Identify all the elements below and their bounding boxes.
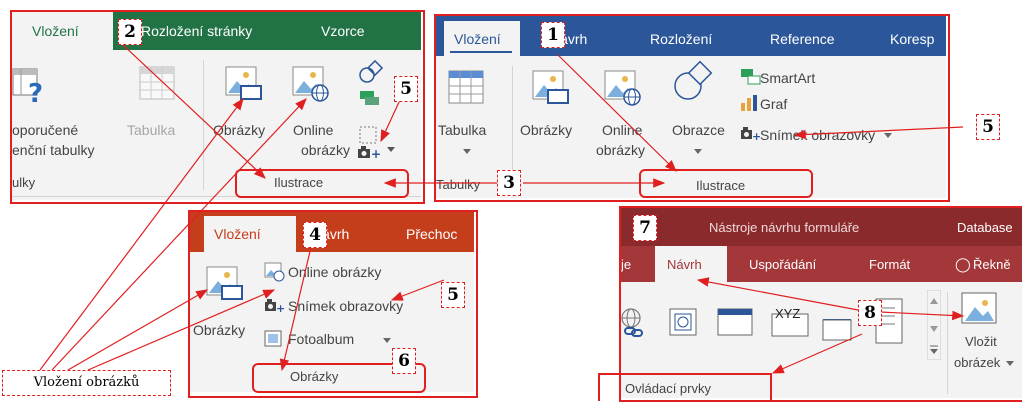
marker-7: 7 (633, 215, 657, 241)
marker-3: 3 (497, 170, 521, 196)
marker-1: 1 (541, 22, 565, 48)
marker-5-word: 5 (976, 114, 1000, 140)
marker-8: 8 (858, 300, 882, 326)
marker-4: 4 (303, 222, 327, 248)
marker-6: 6 (392, 348, 416, 374)
insert-pictures-callout: Vložení obrázků (2, 370, 171, 396)
marker-2: 2 (118, 19, 142, 45)
marker-5-excel: 5 (394, 76, 418, 102)
annotation-arrows (39, 43, 965, 374)
marker-5-ppt: 5 (441, 282, 465, 308)
